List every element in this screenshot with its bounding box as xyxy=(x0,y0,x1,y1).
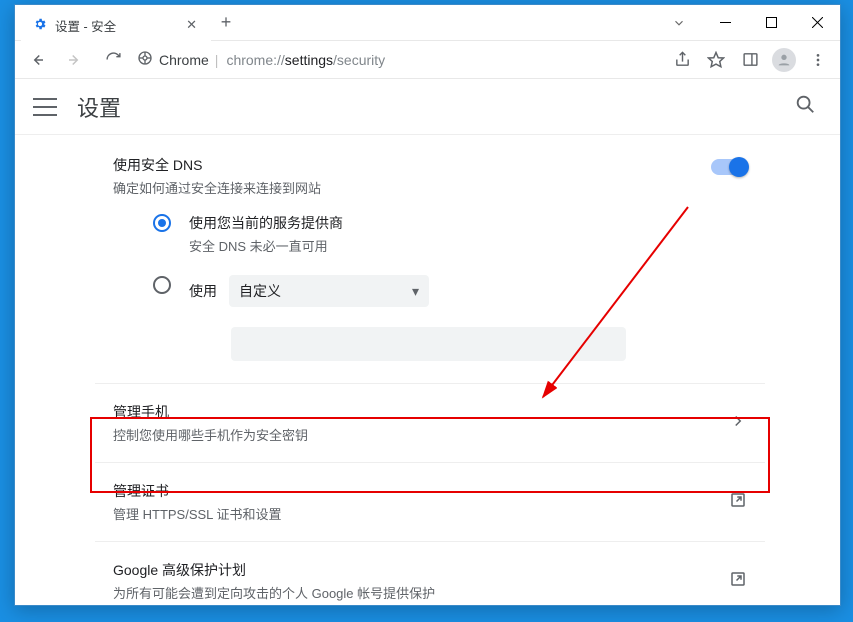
dns-select-value: 自定义 xyxy=(239,281,281,301)
content-scroll[interactable]: 使用安全 DNS 确定如何通过安全连接来连接到网站 使用您当前的服务提供商 安全… xyxy=(15,135,840,605)
minimize-button[interactable] xyxy=(702,7,748,39)
tab-close-icon[interactable]: ✕ xyxy=(182,15,201,35)
hamburger-menu-icon[interactable] xyxy=(33,98,57,116)
search-icon[interactable] xyxy=(788,87,822,126)
reload-button[interactable] xyxy=(99,46,127,74)
kebab-menu-icon[interactable] xyxy=(804,46,832,74)
bookmark-icon[interactable] xyxy=(702,46,730,74)
phones-sub: 控制您使用哪些手机作为安全密钥 xyxy=(113,425,308,444)
url-path-2: /security xyxy=(333,52,385,68)
url-path-1: settings xyxy=(285,52,333,68)
site-info-icon[interactable] xyxy=(137,50,153,69)
external-link-icon xyxy=(729,491,747,514)
chevron-right-icon xyxy=(729,412,747,435)
dns-option-custom[interactable]: 使用 自定义 ▾ xyxy=(153,265,747,317)
dns-custom-input[interactable] xyxy=(231,327,626,361)
certs-sub: 管理 HTTPS/SSL 证书和设置 xyxy=(113,504,282,523)
url-scheme-label: Chrome xyxy=(159,52,209,68)
browser-toolbar: Chrome | chrome://settings/security xyxy=(15,41,840,79)
title-bar: 设置 - 安全 ✕ + xyxy=(15,5,840,41)
dns-opt1-label: 使用您当前的服务提供商 xyxy=(189,213,343,233)
window-close-button[interactable] xyxy=(794,7,840,39)
back-button[interactable] xyxy=(23,46,51,74)
tab-search-button[interactable] xyxy=(656,7,702,39)
profile-avatar[interactable] xyxy=(770,46,798,74)
manage-certificates-row[interactable]: 管理证书 管理 HTTPS/SSL 证书和设置 xyxy=(95,463,765,542)
settings-header: 设置 xyxy=(15,79,840,135)
gapp-sub: 为所有可能会遭到定向攻击的个人 Google 帐号提供保护 xyxy=(113,583,435,602)
browser-tab[interactable]: 设置 - 安全 ✕ xyxy=(21,9,211,41)
chrome-window: 设置 - 安全 ✕ + xyxy=(14,4,841,606)
google-advanced-protection-row[interactable]: Google 高级保护计划 为所有可能会遭到定向攻击的个人 Google 帐号提… xyxy=(95,542,765,605)
page-title: 设置 xyxy=(77,91,121,123)
forward-button xyxy=(61,46,89,74)
address-bar[interactable]: Chrome | chrome://settings/security xyxy=(137,50,658,69)
external-link-icon xyxy=(729,570,747,593)
manage-phones-row[interactable]: 管理手机 控制您使用哪些手机作为安全密钥 xyxy=(95,383,765,463)
side-panel-icon[interactable] xyxy=(736,46,764,74)
dns-provider-select[interactable]: 自定义 ▾ xyxy=(229,275,429,307)
secure-dns-toggle[interactable] xyxy=(711,159,747,175)
phones-title: 管理手机 xyxy=(113,402,308,422)
caret-down-icon: ▾ xyxy=(412,283,419,300)
dns-opt2-label: 使用 xyxy=(189,281,217,301)
tab-title: 设置 - 安全 xyxy=(55,16,174,35)
secure-dns-sub: 确定如何通过安全连接来连接到网站 xyxy=(113,178,747,197)
secure-dns-section: 使用安全 DNS 确定如何通过安全连接来连接到网站 使用您当前的服务提供商 安全… xyxy=(95,141,765,365)
url-muted: chrome:// xyxy=(226,52,284,68)
certs-title: 管理证书 xyxy=(113,481,282,501)
dns-opt1-sub: 安全 DNS 未必一直可用 xyxy=(189,236,343,255)
share-icon[interactable] xyxy=(668,46,696,74)
secure-dns-title: 使用安全 DNS xyxy=(113,155,747,175)
dns-option-current-provider[interactable]: 使用您当前的服务提供商 安全 DNS 未必一直可用 xyxy=(153,203,747,265)
gapp-title: Google 高级保护计划 xyxy=(113,560,435,580)
window-controls xyxy=(656,5,840,40)
new-tab-button[interactable]: + xyxy=(211,5,241,40)
maximize-button[interactable] xyxy=(748,7,794,39)
radio-icon[interactable] xyxy=(153,214,171,232)
gear-icon xyxy=(33,17,47,34)
radio-icon[interactable] xyxy=(153,276,171,294)
